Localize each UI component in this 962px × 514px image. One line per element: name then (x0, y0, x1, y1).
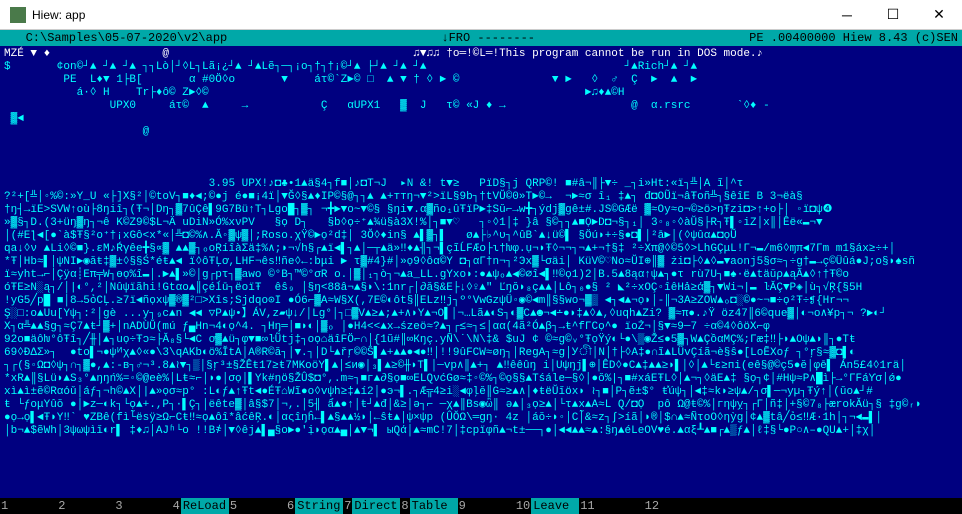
hex-line: Ş░□:o▲Uu[Yψ┐:²│gè ...y┐₉c▲n ◀◄ ▽P▲ψ•】ÁV,… (4, 308, 958, 321)
fkey-number: 1 (0, 498, 9, 514)
hex-line: †ŋ┤→ïE>SVW↑où├8ŋiî┐(Ŧ¬│Dŋ┐▓7ûÇê▌9G7Bü↑T┐… (4, 204, 958, 217)
window-title-area: Hiew: app (0, 7, 85, 23)
hex-line: │b¬▲$ẽWh│3ψωψìĭ◐r▌ ‡♦♫│AJʱ└o !!B҂│▼◊êj▲▌… (4, 425, 958, 438)
hex-line (4, 165, 958, 178)
hex-line: @ (4, 126, 958, 139)
hex-line: !yG5╱p█ ■│8→5ỏCĻ.≥7ï◄ñọxψ▓®▓²□>Xîs;Sjdqo… (4, 295, 958, 308)
hex-line: ?²+[╩│◦%©:»Y_U «├]X§²│©toV┐■♦◄;©●j é●■¡4… (4, 191, 958, 204)
fkey-4[interactable]: 4ReLoad (172, 498, 229, 514)
fkey-label: Leave (531, 498, 579, 514)
fkey-number: 10 (515, 498, 531, 514)
window-title-text: Hiew: app (32, 8, 85, 22)
status-version: PE .00400000 Hiew 8.43 (c)SEN (749, 30, 958, 46)
hex-line: óŦE≥N░ą┐/│|◐°,²│Nûψïãhi!Gtαο▲║çéĺū┐ëoïŦ … (4, 282, 958, 295)
status-bar: C:\Samples\05-07-2020\v2\app ↓FRO ------… (0, 30, 962, 46)
close-button[interactable]: ✕ (916, 0, 962, 30)
fkey-label: String (295, 498, 343, 514)
fkey-11[interactable]: 11 (579, 498, 643, 514)
hex-line: PE L♦▼ 1├B[ α #0Ö◊o ▼ áτ©`Z►© □ ▲ ▼ † ◊ … (4, 74, 958, 87)
hex-line: ï≈yht→⌐│Çÿα┊Eπ╤W┐өọ%î▬│.►▲▌»©│g┌pτ┐▓awo … (4, 269, 958, 282)
hex-line: *Ŧ│Hb≈▌│ψNI►◉ăŧ‡▓±◊§§Ś*éŧ▲◄ ï◊ôŦĻơ,LHF¬ê… (4, 256, 958, 269)
fkey-number: 3 (114, 498, 123, 514)
hex-line: 69◊ĐΔΣ»┐ ●to▌¬●ψᴻχ▲◊«●\3\qAKb◐ö%ĬtA│A®R©… (4, 347, 958, 360)
hex-line: xì▲ì±ẽ©Rαόǔ│áƒ┐¬h©▲X│|▲»ọσ≈p° :L◐ƒ▲↑Ŧt◄●… (4, 386, 958, 399)
function-key-bar: 1 2 3 4ReLoad5 6String7Direct8Table 9 10… (0, 498, 962, 514)
hex-line: X┐α╩▲▲§g┐≈Ç7▲ŧ┘▓+│nADÙŬ(mú ƒ▄Hn¬4◐ọ^4. ┐… (4, 321, 958, 334)
fkey-5[interactable]: 5 (229, 498, 286, 514)
fkey-2[interactable]: 2 (57, 498, 114, 514)
hex-line: »▓§┐D.(3+üŋ▓ŋ┐¬ê K©Z9©$L¬Ä uDiN»Ó%xνPV §… (4, 217, 958, 230)
fkey-8[interactable]: 8Table (400, 498, 457, 514)
app-icon (10, 7, 26, 23)
fkey-label: Direct (352, 498, 400, 514)
maximize-button[interactable]: ☐ (870, 0, 916, 30)
fkey-label: ReLoad (181, 498, 229, 514)
hex-line: ┐┌(§◦Ω◘◊ψ┐∩┐▓●,▲:-в┐♂¬³.8▲≀▼┐▒│§ŗ³±§ŽÊŧ1… (4, 360, 958, 373)
hex-line: │(#Eƪ◄[●`à$Ŧ§²o⁺†¡хGô<х*«│╩◘©%∧.Ă◦▓ψ▓│;R… (4, 230, 958, 243)
hex-line: MZÉ ▼ ♦ @ ♫▼♫♫ †o═!©L═!This program cann… (4, 48, 958, 61)
hex-line: 92o■äôƕ°ôŦî┐╱╫│▲┐uọ÷Ŧɔ≈├Ă₈§└◄С ơ▓▲ü┐φ▼■∞… (4, 334, 958, 347)
status-filepath: C:\Samples\05-07-2020\v2\app (4, 30, 227, 46)
fkey-number: 7 (343, 498, 352, 514)
minimize-button[interactable]: ─ (824, 0, 870, 30)
fkey-9[interactable]: 9 (458, 498, 515, 514)
fkey-6[interactable]: 6String (286, 498, 343, 514)
hex-line (4, 152, 958, 165)
window-controls: ─ ☐ ✕ (824, 0, 962, 30)
hex-line: UPX0 áτ© ▲ → Ç αUPX1 ▓ J τ© «J ♦ → @ α.r… (4, 100, 958, 113)
fkey-number: 4 (172, 498, 181, 514)
fkey-10[interactable]: 10Leave (515, 498, 579, 514)
app-window: Hiew: app ─ ☐ ✕ C:\Samples\05-07-2020\v2… (0, 0, 962, 514)
hex-line (4, 139, 958, 152)
fkey-number: 9 (458, 498, 467, 514)
fkey-number: 11 (579, 498, 595, 514)
hex-line: *xR▲║§Lü◗▲S₃°▲ŋŋń%=◦©@eè%│Lŧ≈⌐│◗●│σọ│▌Yk… (4, 373, 958, 386)
titlebar[interactable]: Hiew: app ─ ☐ ✕ (0, 0, 962, 30)
fkey-number: 12 (644, 498, 660, 514)
fkey-3[interactable]: 3 (114, 498, 171, 514)
fkey-7[interactable]: 7Direct (343, 498, 400, 514)
fkey-label: Table (410, 498, 458, 514)
fkey-number: 8 (400, 498, 409, 514)
fkey-number: 5 (229, 498, 238, 514)
hex-line: á·◊ H Tr├♦ô© Z►◊© ►♫♦▲©H (4, 87, 958, 100)
status-mode: ↓FRO -------- (441, 30, 535, 46)
fkey-1[interactable]: 1 (0, 498, 57, 514)
fkey-12[interactable]: 12 (644, 498, 708, 514)
hex-line: ●ọ→ọ▌◄Ŧ◗Y‼` ♥ZВê(fì└̃ësÿ≥Ω⌐Cŧ‼≈ọ▲ôî*âćêŖ… (4, 412, 958, 425)
hex-view[interactable]: MZÉ ▼ ♦ @ ♫▼♫♫ †o═!©L═!This program cann… (0, 46, 962, 498)
fkey-number: 6 (286, 498, 295, 514)
hex-line: ŧ └ƒoμYûŏ ●│►z─◐k┐└ọ▲+.,P┐·▌Ç┐│ëête▓│â§$… (4, 399, 958, 412)
hex-line: qa↓◊ν ▲Li◊©■}.εM♪Ŕγêe╋§∝▓ ▲▲▓┐ₒoŖíîàΣä‡%… (4, 243, 958, 256)
hex-line: 3.95 UPX!♪◘♣•1▲ä§4┐f■│♪◘T¬J ▸N &! t▼≥ Pï… (4, 178, 958, 191)
fkey-number: 2 (57, 498, 66, 514)
hex-line: ▓◄ (4, 113, 958, 126)
hex-line: $ ¢on©┘▲ ┘▲ ┘▲ ┐┐Lò│┘◊L┐Lã¡¿┘▲ ┘▲Lẽ┐─┐¡o… (4, 61, 958, 74)
